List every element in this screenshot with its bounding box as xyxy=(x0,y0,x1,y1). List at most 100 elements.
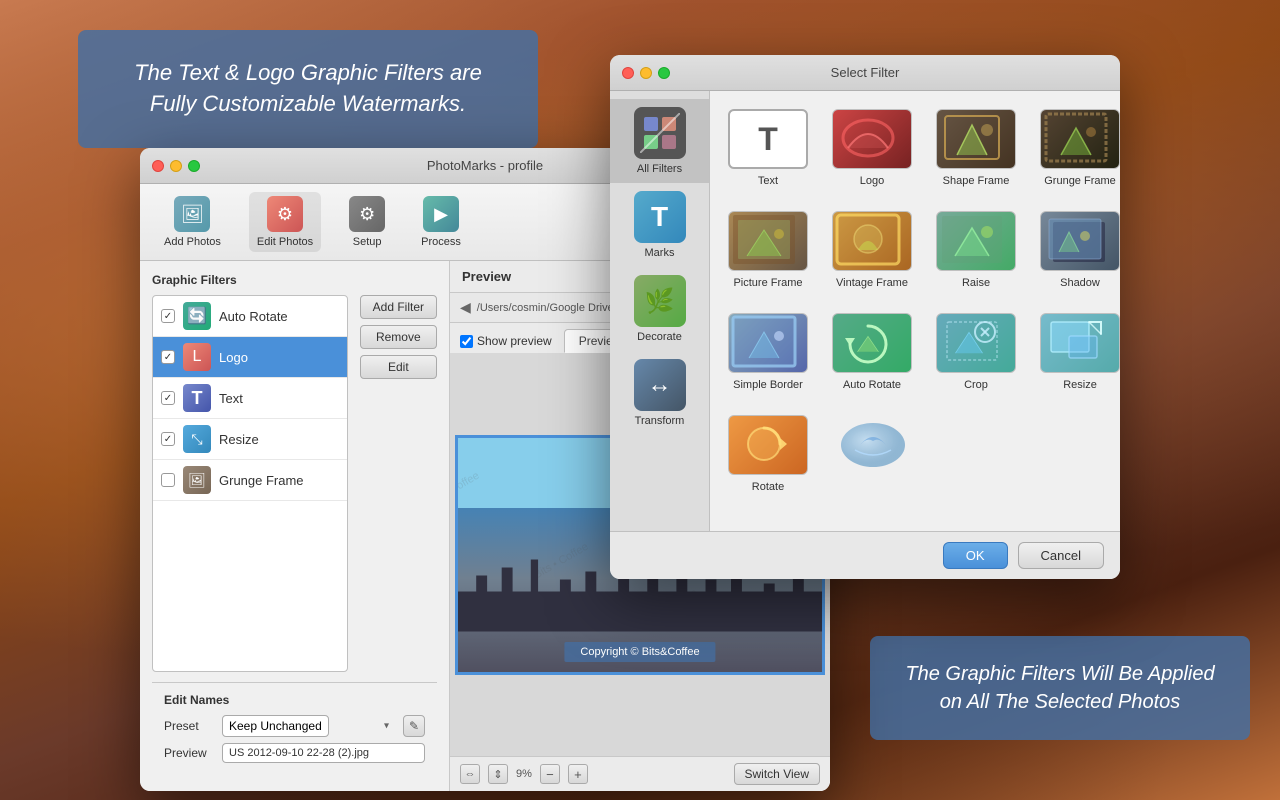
filter-name-grunge-frame: Grunge Frame xyxy=(219,473,304,488)
zoom-in-button[interactable]: + xyxy=(568,764,588,784)
filter-item-auto-rotate[interactable]: ✓ 🔄 Auto Rotate xyxy=(153,296,347,337)
chevron-down-icon: ▾ xyxy=(384,721,389,732)
edit-photos-label: Edit Photos xyxy=(257,236,313,248)
filter-checkbox-logo[interactable]: ✓ xyxy=(161,350,175,364)
filter-checkbox-grunge-frame[interactable] xyxy=(161,473,175,487)
preview-bottom-bar: ⇔ ⇕ 9% − + Switch View xyxy=(450,756,830,791)
sidebar-item-marks[interactable]: T Marks xyxy=(610,183,709,267)
filter-checkbox-resize[interactable]: ✓ xyxy=(161,432,175,446)
filter-item-text[interactable]: ✓ T Text xyxy=(153,378,347,419)
all-filters-icon xyxy=(634,107,686,159)
toolbar-process[interactable]: ▶ Process xyxy=(413,192,469,252)
filter-checkbox-auto-rotate[interactable]: ✓ xyxy=(161,309,175,323)
add-filter-button[interactable]: Add Filter xyxy=(360,295,437,319)
sidebar-label-marks: Marks xyxy=(645,247,675,259)
grid-item-shadow[interactable]: Shadow xyxy=(1034,205,1120,295)
cancel-button[interactable]: Cancel xyxy=(1018,542,1104,569)
filter-thumb-resize: ⤡ xyxy=(183,425,211,453)
minimize-button[interactable] xyxy=(170,160,182,172)
fit-width-icon[interactable]: ⇔ xyxy=(460,764,480,784)
grid-thumb-vintage-frame xyxy=(832,211,912,271)
close-button[interactable] xyxy=(152,160,164,172)
grid-label-grunge-frame: Grunge Frame xyxy=(1044,175,1116,187)
filter-item-grunge-frame[interactable]: 🖼 Grunge Frame xyxy=(153,460,347,501)
preview-filename-input[interactable] xyxy=(222,743,425,763)
dialog-body: All Filters T Marks 🌿 Decorate ↔ Transfo… xyxy=(610,91,1120,531)
info-box-bottom-text: The Graphic Filters Will Be Applied on A… xyxy=(898,660,1222,716)
show-preview-checkbox-label[interactable]: Show preview xyxy=(460,334,552,348)
toolbar-add-photos[interactable]: 🖼 Add Photos xyxy=(156,192,229,252)
filters-area: ✓ 🔄 Auto Rotate ✓ L Logo ✓ T Text xyxy=(152,295,437,672)
dialog-traffic-lights xyxy=(622,67,670,79)
grid-item-text[interactable]: T Text xyxy=(722,103,814,193)
remove-filter-button[interactable]: Remove xyxy=(360,325,437,349)
grid-item-auto-rotate[interactable]: Auto Rotate xyxy=(826,307,918,397)
grid-label-raise: Raise xyxy=(962,277,990,289)
preset-label: Preset xyxy=(164,719,214,733)
edit-names-section: Edit Names Preset Keep Unchanged ▾ ✎ Pre… xyxy=(152,682,437,779)
transform-icon: ↔ xyxy=(634,359,686,411)
filter-grid: T Text Logo xyxy=(722,103,1108,499)
grid-label-vintage-frame: Vintage Frame xyxy=(836,277,908,289)
grid-label-logo: Logo xyxy=(860,175,884,187)
grid-label-auto-rotate: Auto Rotate xyxy=(843,379,901,391)
marks-icon: T xyxy=(634,191,686,243)
dialog-minimize-button[interactable] xyxy=(640,67,652,79)
grid-thumb-shadow xyxy=(1040,211,1120,271)
grid-thumb-logo xyxy=(832,109,912,169)
sidebar-label-all-filters: All Filters xyxy=(637,163,682,175)
filter-name-resize: Resize xyxy=(219,432,259,447)
preset-select[interactable]: Keep Unchanged xyxy=(222,715,329,737)
switch-view-button[interactable]: Switch View xyxy=(734,763,820,785)
grid-item-grunge-frame[interactable]: Grunge Frame xyxy=(1034,103,1120,193)
filter-name-logo: Logo xyxy=(219,350,248,365)
grid-item-vintage-frame[interactable]: Vintage Frame xyxy=(826,205,918,295)
edit-preset-icon-button[interactable]: ✎ xyxy=(403,715,425,737)
dialog-footer: OK Cancel xyxy=(610,531,1120,579)
filter-item-logo[interactable]: ✓ L Logo xyxy=(153,337,347,378)
toolbar-edit-photos[interactable]: ⚙ Edit Photos xyxy=(249,192,321,252)
sidebar-item-decorate[interactable]: 🌿 Decorate xyxy=(610,267,709,351)
grid-item-simple-border[interactable]: Simple Border xyxy=(722,307,814,397)
filters-panel-title: Graphic Filters xyxy=(152,273,437,287)
zoom-level: 9% xyxy=(516,768,532,780)
zoom-out-button[interactable]: − xyxy=(540,764,560,784)
dialog-maximize-button[interactable] xyxy=(658,67,670,79)
filter-checkbox-text[interactable]: ✓ xyxy=(161,391,175,405)
grid-thumb-text: T xyxy=(728,109,808,169)
add-photos-icon: 🖼 xyxy=(174,196,210,232)
left-panel: Graphic Filters ✓ 🔄 Auto Rotate ✓ L Logo xyxy=(140,261,450,791)
preset-row: Preset Keep Unchanged ▾ ✎ xyxy=(164,715,425,737)
grid-item-crop[interactable]: Crop xyxy=(930,307,1022,397)
grid-logo-area xyxy=(826,409,918,499)
filter-grid-area: T Text Logo xyxy=(710,91,1120,531)
process-label: Process xyxy=(421,236,461,248)
dialog-close-button[interactable] xyxy=(622,67,634,79)
toolbar-setup[interactable]: ⚙ Setup xyxy=(341,192,393,252)
add-photos-label: Add Photos xyxy=(164,236,221,248)
filter-item-resize[interactable]: ✓ ⤡ Resize xyxy=(153,419,347,460)
sidebar-label-decorate: Decorate xyxy=(637,331,682,343)
maximize-button[interactable] xyxy=(188,160,200,172)
grid-label-shadow: Shadow xyxy=(1060,277,1100,289)
grid-item-shape-frame[interactable]: Shape Frame xyxy=(930,103,1022,193)
sidebar-item-all-filters[interactable]: All Filters xyxy=(610,99,709,183)
show-preview-checkbox[interactable] xyxy=(460,335,473,348)
grid-thumb-raise xyxy=(936,211,1016,271)
back-arrow-icon[interactable]: ◀ xyxy=(460,299,471,316)
grid-item-rotate[interactable]: Rotate xyxy=(722,409,814,499)
grid-item-logo[interactable]: Logo xyxy=(826,103,918,193)
grid-item-resize[interactable]: Resize xyxy=(1034,307,1120,397)
grid-label-resize: Resize xyxy=(1063,379,1097,391)
edit-filter-button[interactable]: Edit xyxy=(360,355,437,379)
fit-height-icon[interactable]: ⇕ xyxy=(488,764,508,784)
grid-item-raise[interactable]: Raise xyxy=(930,205,1022,295)
grid-item-picture-frame[interactable]: Picture Frame xyxy=(722,205,814,295)
filters-list: ✓ 🔄 Auto Rotate ✓ L Logo ✓ T Text xyxy=(152,295,348,672)
grid-label-picture-frame: Picture Frame xyxy=(733,277,802,289)
grid-label-text: Text xyxy=(758,175,778,187)
traffic-lights xyxy=(152,160,200,172)
grid-label-crop: Crop xyxy=(964,379,988,391)
sidebar-item-transform[interactable]: ↔ Transform xyxy=(610,351,709,435)
ok-button[interactable]: OK xyxy=(943,542,1008,569)
